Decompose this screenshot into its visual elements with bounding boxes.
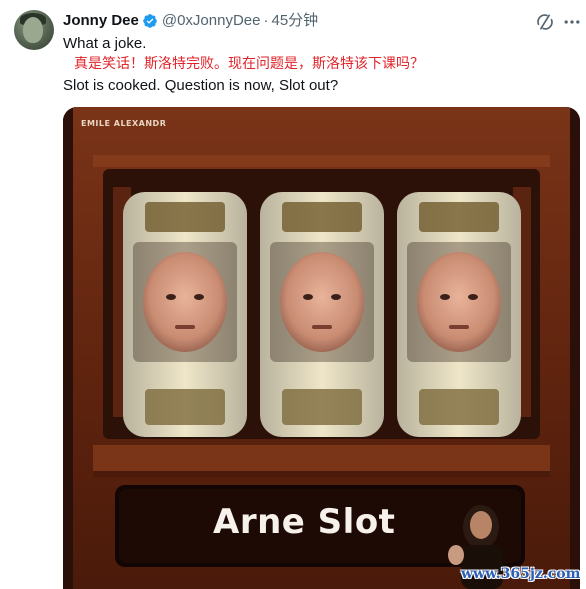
tweet-text-translation: 真是笑话！斯洛特完败。现在问题是，斯洛特该下课吗？ xyxy=(74,56,424,72)
author-avatar[interactable] xyxy=(14,10,54,50)
avatar-face xyxy=(23,17,43,43)
header-separator: · xyxy=(263,12,269,29)
reel-left xyxy=(123,192,247,437)
verified-badge-icon xyxy=(143,14,157,28)
tweet-text-english-2: Slot is cooked. Question is now, Slot ou… xyxy=(63,77,339,94)
tweet-text-english-1: What a joke. xyxy=(63,35,147,52)
media-caption: Arne Slot xyxy=(213,502,396,542)
author-name[interactable]: Jonny Dee xyxy=(63,11,139,31)
more-icon[interactable] xyxy=(562,12,582,32)
tweet-header: Jonny Dee @0xJonnyDee · 45分钟 xyxy=(63,11,318,31)
grok-icon[interactable] xyxy=(535,12,555,32)
media-corner-label: EMILE ALEXANDR xyxy=(81,119,167,128)
tweet-media-image[interactable]: EMILE ALEXANDR Arne Slot www.365jz.com xyxy=(63,107,580,589)
reel-right xyxy=(397,192,521,437)
reel-middle xyxy=(260,192,384,437)
author-handle[interactable]: @0xJonnyDee xyxy=(162,11,261,31)
tweet-timestamp[interactable]: 45分钟 xyxy=(271,11,318,31)
site-watermark: www.365jz.com xyxy=(461,566,580,582)
